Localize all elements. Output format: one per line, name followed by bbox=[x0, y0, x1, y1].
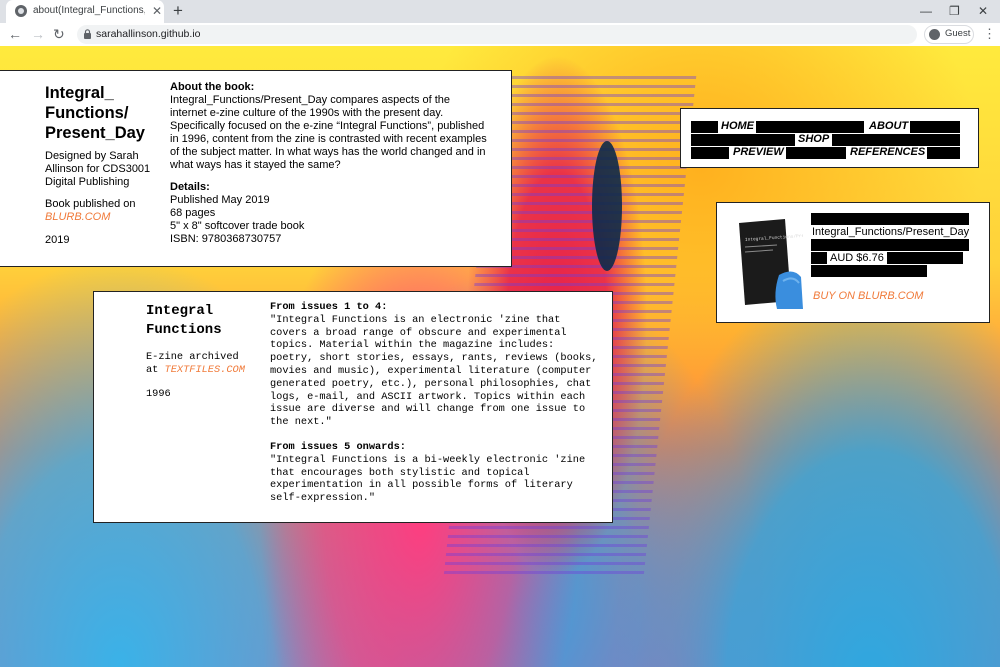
archived-label: E-zine archived bbox=[146, 351, 239, 363]
restore-button[interactable]: ❐ bbox=[949, 2, 960, 20]
issues-1-4-text: "Integral Functions is an electronic 'zi… bbox=[270, 313, 598, 429]
browser-menu-icon[interactable]: ⋮ bbox=[983, 25, 996, 43]
nav-home[interactable]: HOME bbox=[721, 120, 754, 133]
redaction-bar bbox=[691, 121, 718, 133]
browser-tab-strip: about(Integral_Functions, Present_Day) ✕… bbox=[0, 0, 1000, 23]
details-line: 68 pages bbox=[170, 207, 216, 219]
product-title: Integral_Functions/Present_Day bbox=[812, 226, 970, 238]
nav-references[interactable]: REFERENCES bbox=[850, 146, 925, 159]
designer-credit: Designed by Sarah Allinson for CDS3001 D… bbox=[45, 150, 151, 188]
browser-toolbar: ← → ↻ sarahallinson.github.io Guest ⋮ bbox=[0, 23, 1000, 47]
nav-about[interactable]: ABOUT bbox=[869, 120, 908, 133]
redaction-bar bbox=[811, 213, 969, 225]
zine-title-line: Functions bbox=[146, 322, 222, 338]
issues-5-text: "Integral Functions is a bi-weekly elect… bbox=[270, 453, 586, 505]
redaction-bar bbox=[691, 134, 795, 146]
address-bar[interactable]: sarahallinson.github.io bbox=[77, 25, 917, 44]
reload-button[interactable]: ↻ bbox=[53, 26, 65, 42]
book-title: Integral_ Functions/ Present_Day bbox=[45, 83, 165, 143]
product-price: AUD $6.76 bbox=[827, 252, 887, 264]
details-line: 5" x 8" softcover trade book bbox=[170, 220, 305, 232]
redaction-bar bbox=[832, 134, 960, 146]
site-navigation: HOME ABOUT SHOP PREVIEW REFERENCES bbox=[680, 108, 979, 168]
buy-on-blurb-link[interactable]: BUY ON BLURB.COM bbox=[813, 290, 923, 303]
new-tab-button[interactable]: + bbox=[173, 1, 183, 21]
profile-button[interactable]: Guest bbox=[924, 25, 974, 44]
details-line: ISBN: 9780368730757 bbox=[170, 233, 282, 245]
globe-icon bbox=[15, 5, 27, 17]
profile-label: Guest bbox=[945, 28, 971, 39]
close-window-button[interactable]: ✕ bbox=[978, 2, 988, 20]
redaction-bar bbox=[691, 147, 729, 159]
about-text: Integral_Functions/Present_Day compares … bbox=[170, 94, 487, 171]
redaction-bar bbox=[786, 147, 846, 159]
publisher-credit: Book published on BLURB.COM bbox=[45, 198, 157, 224]
details-heading: Details: bbox=[170, 181, 210, 193]
zine-title: Integral Functions bbox=[146, 302, 256, 340]
shop-panel: Integral_Functions/Present_Day Integral_… bbox=[716, 202, 990, 323]
back-button[interactable]: ← bbox=[8, 26, 22, 42]
tab-title: about(Integral_Functions, Present_Day) bbox=[33, 5, 145, 16]
lock-icon bbox=[84, 29, 91, 39]
book-cover-photo: Integral_Functions/Present_Day bbox=[733, 215, 803, 309]
redaction-bar bbox=[756, 121, 864, 133]
blurb-link[interactable]: BLURB.COM bbox=[45, 211, 110, 223]
nav-preview[interactable]: PREVIEW bbox=[733, 146, 784, 159]
zine-description: From issues 1 to 4: "Integral Functions … bbox=[270, 301, 600, 505]
profile-avatar-icon bbox=[929, 29, 940, 40]
at-label: at bbox=[146, 363, 159, 376]
nav-shop[interactable]: SHOP bbox=[798, 133, 829, 146]
issues-1-4-heading: From issues 1 to 4: bbox=[270, 301, 388, 313]
redaction-bar bbox=[910, 121, 960, 133]
url-text: sarahallinson.github.io bbox=[96, 28, 201, 40]
about-heading: About the book: bbox=[170, 81, 255, 93]
textfiles-link[interactable]: TEXTFILES.COM bbox=[165, 364, 245, 376]
redaction-bar bbox=[927, 147, 960, 159]
details-line: Published May 2019 bbox=[170, 194, 270, 206]
zine-year: 1996 bbox=[146, 388, 171, 400]
background-photo-shadow bbox=[592, 141, 622, 271]
browser-tab[interactable]: about(Integral_Functions, Present_Day) ✕ bbox=[6, 0, 164, 23]
issues-5-heading: From issues 5 onwards: bbox=[270, 440, 406, 453]
about-section: About the book: Integral_Functions/Prese… bbox=[170, 81, 488, 172]
zine-title-line: Integral bbox=[146, 303, 214, 319]
redaction-bar bbox=[811, 265, 927, 277]
details-section: Details: Published May 2019 68 pages 5" … bbox=[170, 181, 488, 246]
book-title-line: Integral_ bbox=[45, 84, 114, 102]
close-tab-icon[interactable]: ✕ bbox=[152, 3, 162, 19]
book-year: 2019 bbox=[45, 234, 70, 246]
archived-at-line: at TEXTFILES.COM bbox=[146, 364, 266, 377]
minimize-button[interactable]: — bbox=[920, 2, 932, 20]
forward-button[interactable]: → bbox=[31, 26, 45, 42]
book-info-panel: Integral_ Functions/ Present_Day Designe… bbox=[0, 70, 512, 267]
book-title-line: Present_Day bbox=[45, 124, 145, 142]
zine-archive-note: E-zine archived at TEXTFILES.COM bbox=[146, 351, 266, 376]
zine-info-panel: Integral Functions E-zine archived at TE… bbox=[93, 291, 613, 523]
book-title-line: Functions/ bbox=[45, 104, 129, 122]
redaction-bar bbox=[811, 239, 969, 251]
published-on-label: Book published on bbox=[45, 198, 136, 210]
